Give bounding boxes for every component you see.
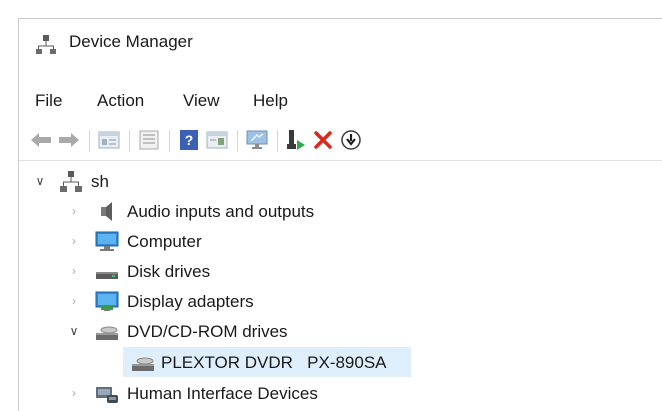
tree-node-label: DVD/CD-ROM drives (127, 322, 288, 341)
tree-child-plextor-dvdr[interactable]: PLEXTOR DVDR PX-890SA (123, 347, 411, 377)
tree-node-disk-drives[interactable]: › Disk drives (19, 257, 619, 285)
hid-icon (96, 387, 118, 403)
menu-action[interactable]: Action (97, 91, 144, 111)
toolbar-separator (89, 130, 90, 152)
window-title: Device Manager (69, 32, 193, 51)
svg-text:?: ? (185, 132, 194, 148)
chevron-right-icon[interactable]: › (67, 386, 81, 400)
monitor-icon[interactable] (245, 128, 269, 152)
chevron-down-icon[interactable]: ∨ (33, 174, 47, 188)
forward-icon[interactable] (57, 128, 81, 152)
menu-bar: File Action View Help (19, 91, 662, 121)
tree-node-label: Audio inputs and outputs (127, 202, 315, 221)
menu-help[interactable]: Help (253, 91, 288, 111)
chevron-right-icon[interactable]: › (67, 264, 81, 278)
tree-node-label: Disk drives (127, 262, 211, 281)
menu-file[interactable]: File (35, 91, 62, 111)
device-tree: ∨ sh › Audio inputs and outputs › Comput… (19, 160, 662, 411)
update-driver-icon[interactable] (283, 128, 307, 152)
toolbar: ? (19, 124, 662, 160)
computer-icon (95, 231, 119, 251)
help-icon[interactable]: ? (177, 128, 201, 152)
device-manager-window: Device Manager File Action View Help ? ∨… (18, 18, 662, 411)
dvd-drive-icon (96, 326, 118, 340)
device-manager-icon (36, 35, 56, 54)
tree-node-hid[interactable]: › Human Interface Devices (19, 379, 619, 407)
disk-drive-icon (96, 272, 118, 279)
tree-node-label: Display adapters (127, 292, 254, 311)
dvd-drive-icon (132, 357, 154, 371)
toolbar-separator (237, 130, 238, 152)
computer-root-icon (60, 171, 82, 192)
chevron-right-icon[interactable]: › (67, 204, 81, 218)
chevron-right-icon[interactable]: › (67, 234, 81, 248)
tree-root-label: sh (91, 172, 109, 191)
action-pane-icon[interactable] (205, 128, 229, 152)
uninstall-icon[interactable] (311, 128, 335, 152)
display-adapter-icon (95, 291, 119, 311)
audio-icon (101, 202, 112, 221)
tree-node-audio[interactable]: › Audio inputs and outputs (19, 197, 619, 225)
toolbar-separator (169, 130, 170, 152)
tree-node-label: Human Interface Devices (127, 384, 318, 403)
tree-node-dvd-drives[interactable]: ∨ DVD/CD-ROM drives (19, 317, 619, 345)
tree-child-label: PLEXTOR DVDR PX-890SA (161, 353, 387, 372)
tree-node-display-adapters[interactable]: › Display adapters (19, 287, 619, 315)
tree-node-computer[interactable]: › Computer (19, 227, 619, 255)
toolbar-separator (277, 130, 278, 152)
toolbar-separator (129, 130, 130, 152)
tree-node-label: Computer (127, 232, 202, 251)
back-icon[interactable] (29, 128, 53, 152)
chevron-right-icon[interactable]: › (67, 294, 81, 308)
tree-root[interactable]: ∨ sh (19, 167, 619, 195)
disable-device-icon[interactable] (339, 128, 363, 152)
chevron-down-icon[interactable]: ∨ (67, 324, 81, 338)
console-tree-icon[interactable] (137, 128, 161, 152)
title-bar: Device Manager (19, 19, 662, 67)
properties-pane-icon[interactable] (97, 128, 121, 152)
menu-view[interactable]: View (183, 91, 220, 111)
